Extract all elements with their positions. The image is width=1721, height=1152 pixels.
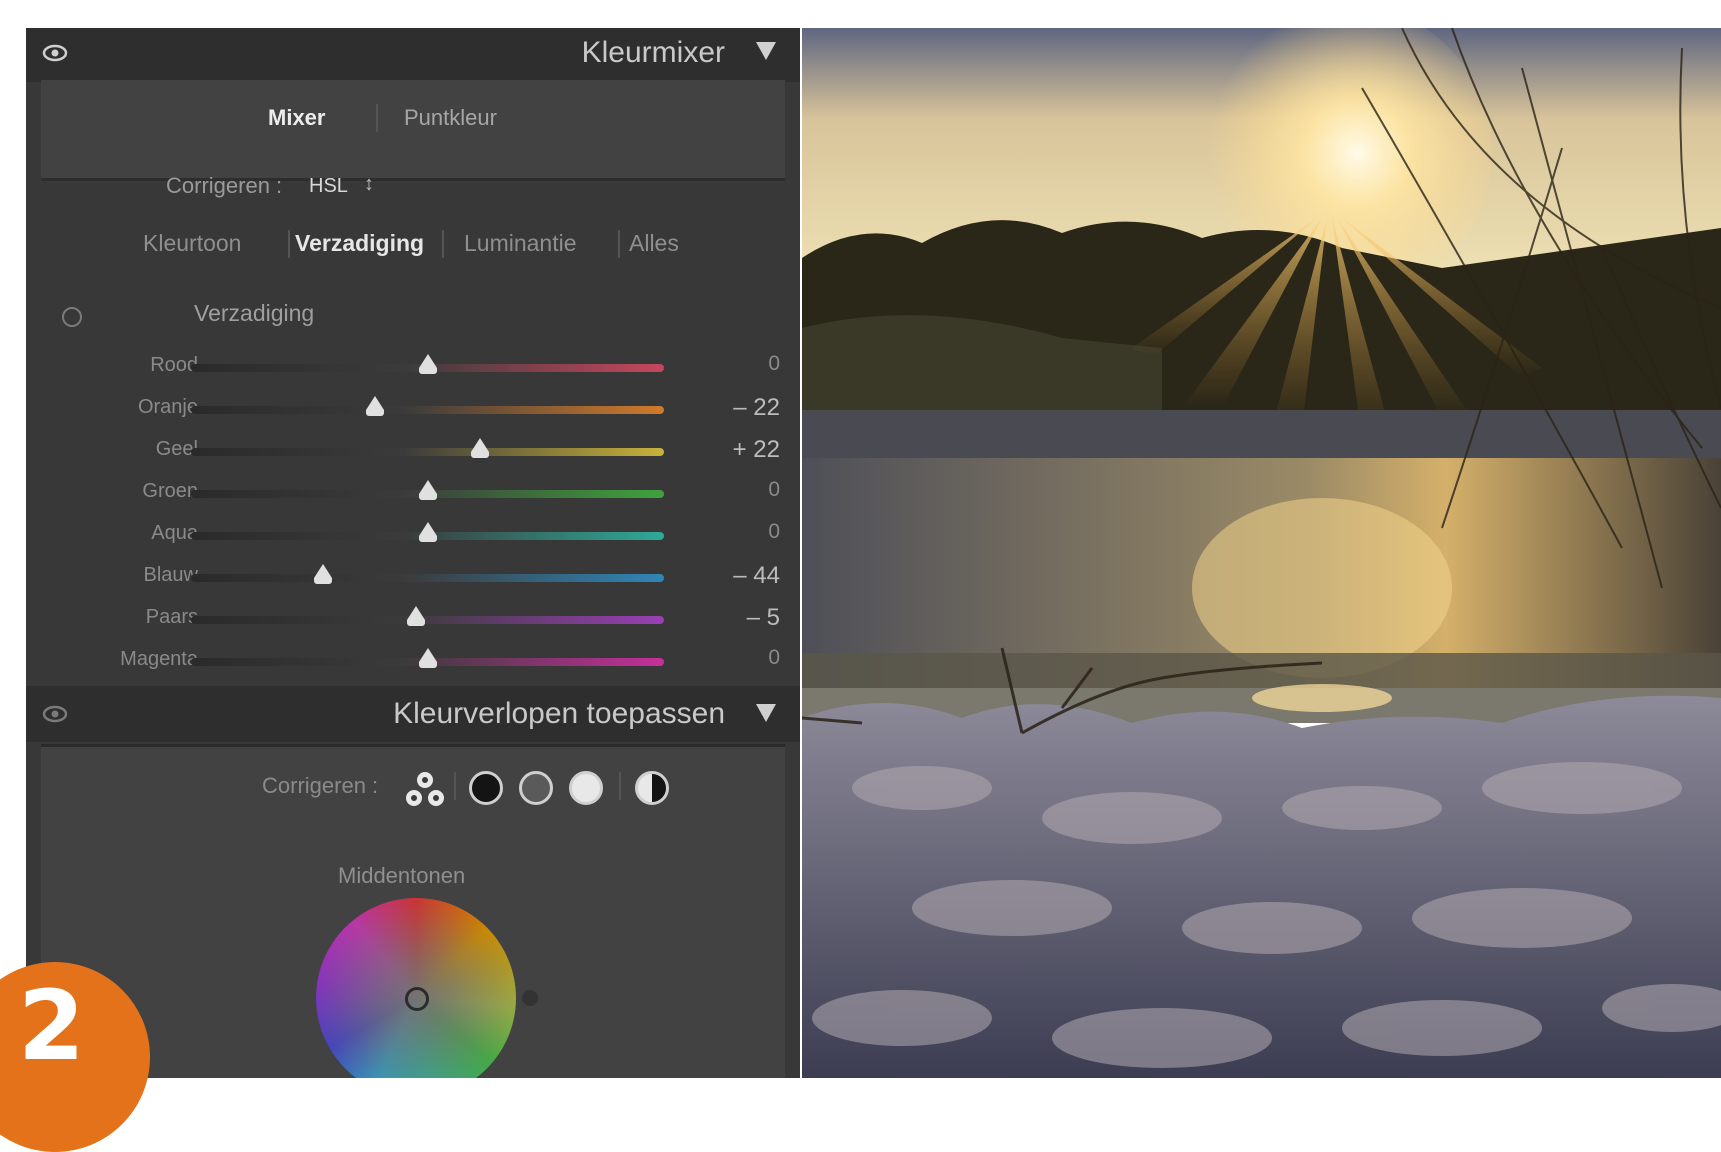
section-title-saturation: Verzadiging: [194, 300, 315, 326]
slider-thumb-oranje[interactable]: [366, 396, 385, 410]
subtab-kleurtoon[interactable]: Kleurtoon: [143, 230, 241, 257]
target-adjust-icon[interactable]: [62, 307, 82, 327]
slider-track-paars[interactable]: [191, 616, 664, 624]
wheel-saturation-handle[interactable]: [522, 990, 538, 1006]
subtab-divider: [288, 230, 290, 258]
step-number: 2: [18, 970, 85, 1082]
slider-thumb-base[interactable]: [406, 620, 425, 626]
slider-label-aqua: Aqua: [151, 522, 198, 544]
slider-track-geel[interactable]: [191, 448, 664, 456]
slider-value-oranje[interactable]: – 22: [700, 394, 780, 422]
slider-value-groen[interactable]: 0: [700, 478, 780, 502]
slider-value-geel[interactable]: + 22: [700, 436, 780, 464]
slider-label-blauw: Blauw: [143, 564, 198, 586]
tab-puntkleur[interactable]: Puntkleur: [404, 105, 497, 131]
grading-adjust-label: Corrigeren :: [262, 773, 379, 798]
select-arrows-icon[interactable]: ↕: [364, 173, 374, 196]
color-mixer-title: Kleurmixer: [581, 36, 725, 69]
slider-value-paars[interactable]: – 5: [700, 604, 780, 632]
slider-thumb-groen[interactable]: [418, 480, 437, 494]
subtab-luminantie[interactable]: Luminantie: [464, 230, 577, 257]
slider-label-groen: Groen: [142, 480, 198, 502]
slider-thumb-geel[interactable]: [470, 438, 489, 452]
slider-thumb-blauw[interactable]: [314, 564, 333, 578]
slider-value-magenta[interactable]: 0: [700, 646, 780, 670]
slider-thumb-base[interactable]: [418, 368, 437, 374]
slider-value-blauw[interactable]: – 44: [700, 562, 780, 590]
color-grading-header[interactable]: Kleurverlopen toepassen: [26, 686, 800, 742]
slider-thumb-base[interactable]: [418, 494, 437, 500]
collapse-triangle-icon[interactable]: [756, 42, 776, 60]
adjust-label: Corrigeren :: [166, 173, 283, 198]
slider-label-geel: Geel: [155, 438, 198, 460]
slider-thumb-paars[interactable]: [406, 606, 425, 620]
3-way-icon[interactable]: [403, 769, 447, 809]
slider-thumb-base[interactable]: [366, 410, 385, 416]
subtab-divider: [442, 230, 444, 258]
slider-thumb-base[interactable]: [314, 578, 333, 584]
global-icon[interactable]: [635, 771, 669, 805]
slider-thumb-rood[interactable]: [418, 354, 437, 368]
subtab-divider: [618, 230, 620, 258]
collapse-triangle-icon[interactable]: [756, 704, 776, 722]
visibility-eye-icon[interactable]: [42, 44, 68, 62]
slider-label-rood: Rood: [150, 354, 198, 376]
shadows-icon[interactable]: [469, 771, 503, 805]
color-mixer-header[interactable]: Kleurmixer: [26, 28, 800, 82]
slider-thumb-magenta[interactable]: [418, 648, 437, 662]
visibility-eye-icon[interactable]: [42, 705, 68, 723]
mixer-tabbar: Mixer Puntkleur: [41, 80, 785, 181]
slider-thumb-base[interactable]: [418, 662, 437, 668]
wheel-center-handle[interactable]: [405, 987, 429, 1011]
slider-value-rood[interactable]: 0: [700, 352, 780, 376]
slider-label-paars: Paars: [145, 606, 198, 628]
slider-track-blauw[interactable]: [191, 574, 664, 582]
slider-label-magenta: Magenta: [120, 648, 198, 670]
slider-thumb-base[interactable]: [418, 536, 437, 542]
highlights-icon[interactable]: [569, 771, 603, 805]
tab-mixer[interactable]: Mixer: [268, 105, 325, 131]
subtab-alles[interactable]: Alles: [629, 230, 679, 257]
slider-label-oranje: Oranje: [137, 396, 198, 418]
tab-divider: [376, 104, 378, 132]
slider-thumb-base[interactable]: [470, 452, 489, 458]
slider-thumb-aqua[interactable]: [418, 522, 437, 536]
adjust-mode-select[interactable]: HSL: [309, 175, 348, 198]
editor-panel: Kleurmixer Mixer Puntkleur Corrigeren : …: [26, 28, 800, 1078]
mode-divider: [454, 772, 456, 800]
subtab-verzadiging[interactable]: Verzadiging: [295, 230, 424, 257]
mode-divider: [619, 772, 621, 800]
color-grading-title: Kleurverlopen toepassen: [393, 697, 725, 730]
slider-track-oranje[interactable]: [191, 406, 664, 414]
grading-section-title: Middentonen: [338, 863, 466, 888]
midtones-icon[interactable]: [519, 771, 553, 805]
slider-value-aqua[interactable]: 0: [700, 520, 780, 544]
preview-photo: [802, 28, 1721, 1078]
